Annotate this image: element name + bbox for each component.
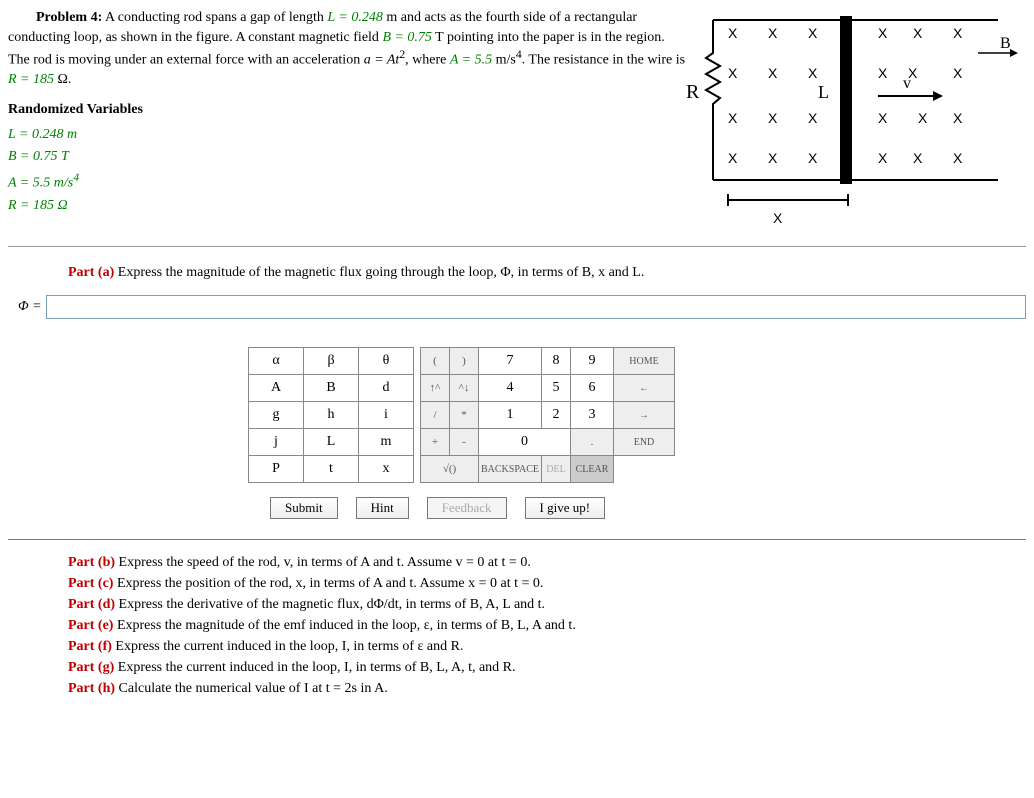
svg-text:X: X <box>768 25 778 41</box>
feedback-button[interactable]: Feedback <box>427 497 507 519</box>
answer-input[interactable] <box>46 295 1026 319</box>
svg-text:X: X <box>808 110 818 126</box>
diagram-L: L <box>818 82 829 102</box>
key-[interactable]: + <box>421 429 450 456</box>
key-[interactable]: / <box>421 402 450 429</box>
key-h[interactable]: h <box>304 402 359 429</box>
number-keypad: ()789HOME ↑^^↓456← /*123→ +-0.END √()BACKSPA… <box>420 347 675 483</box>
key-[interactable]: ) <box>450 348 479 375</box>
svg-text:X: X <box>808 65 818 81</box>
key-[interactable]: ^↓ <box>450 375 479 402</box>
svg-text:X: X <box>878 65 888 81</box>
svg-text:X: X <box>953 65 963 81</box>
svg-text:X: X <box>808 25 818 41</box>
hint-button[interactable]: Hint <box>356 497 409 519</box>
key-clear[interactable]: CLEAR <box>571 456 614 483</box>
key-4[interactable]: 4 <box>479 375 542 402</box>
svg-text:X: X <box>953 150 963 166</box>
key-backspace[interactable]: BACKSPACE <box>479 456 542 483</box>
key-t[interactable]: t <box>304 456 359 483</box>
submit-button[interactable]: Submit <box>270 497 338 519</box>
key-[interactable]: - <box>450 429 479 456</box>
svg-text:X: X <box>953 25 963 41</box>
key-θ[interactable]: θ <box>359 348 414 375</box>
key-α[interactable]: α <box>249 348 304 375</box>
key-[interactable]: ← <box>614 375 675 402</box>
problem-label: Problem 4: <box>36 10 102 25</box>
key-d[interactable]: d <box>359 375 414 402</box>
key-L[interactable]: L <box>304 429 359 456</box>
randomized-title: Randomized Variables <box>8 102 688 118</box>
key-m[interactable]: m <box>359 429 414 456</box>
key-del[interactable]: DEL <box>542 456 571 483</box>
svg-text:X: X <box>768 150 778 166</box>
svg-text:X: X <box>728 110 738 126</box>
svg-text:X: X <box>878 110 888 126</box>
diagram-R: R <box>686 81 700 103</box>
parts-list: Part (b) Express the speed of the rod, v… <box>68 552 1026 699</box>
circuit-diagram: XXX XXX XXX XXX XXX XXX XXX XXX X R <box>678 8 1018 228</box>
key-[interactable]: ↑^ <box>421 375 450 402</box>
key-g[interactable]: g <box>249 402 304 429</box>
key-β[interactable]: β <box>304 348 359 375</box>
giveup-button[interactable]: I give up! <box>525 497 606 519</box>
svg-text:X: X <box>728 150 738 166</box>
svg-text:X: X <box>878 150 888 166</box>
key-6[interactable]: 6 <box>571 375 614 402</box>
key-x[interactable]: x <box>359 456 414 483</box>
key-7[interactable]: 7 <box>479 348 542 375</box>
key-[interactable]: √() <box>421 456 479 483</box>
key-5[interactable]: 5 <box>542 375 571 402</box>
svg-text:X: X <box>913 150 923 166</box>
key-B[interactable]: B <box>304 375 359 402</box>
keypad: αβθ ABd ghi jLm Ptx ()789HOME ↑^^↓456← /*123→ +… <box>248 347 1026 483</box>
key-1[interactable]: 1 <box>479 402 542 429</box>
key-[interactable]: → <box>614 402 675 429</box>
key-i[interactable]: i <box>359 402 414 429</box>
key-8[interactable]: 8 <box>542 348 571 375</box>
key-0[interactable]: 0 <box>479 429 571 456</box>
svg-text:X: X <box>918 110 928 126</box>
problem-statement: Problem 4: A conducting rod spans a gap … <box>8 8 688 90</box>
key-[interactable]: . <box>571 429 614 456</box>
svg-text:X: X <box>953 110 963 126</box>
key-j[interactable]: j <box>249 429 304 456</box>
key-2[interactable]: 2 <box>542 402 571 429</box>
key-A[interactable]: A <box>249 375 304 402</box>
svg-text:X: X <box>728 65 738 81</box>
svg-text:X: X <box>728 25 738 41</box>
svg-text:X: X <box>808 150 818 166</box>
svg-text:X: X <box>768 110 778 126</box>
symbol-keypad: αβθ ABd ghi jLm Ptx <box>248 347 414 483</box>
svg-text:X: X <box>913 25 923 41</box>
key-[interactable]: ( <box>421 348 450 375</box>
diagram-v: v <box>903 75 911 92</box>
svg-text:X: X <box>768 65 778 81</box>
key-home[interactable]: HOME <box>614 348 675 375</box>
svg-text:X: X <box>878 25 888 41</box>
phi-equals: Φ = <box>18 299 42 315</box>
part-a-text: Express the magnitude of the magnetic fl… <box>114 265 644 280</box>
key-3[interactable]: 3 <box>571 402 614 429</box>
svg-text:X: X <box>773 210 783 226</box>
key-end[interactable]: END <box>614 429 675 456</box>
part-a-label: Part (a) <box>68 265 114 280</box>
key-9[interactable]: 9 <box>571 348 614 375</box>
key-[interactable]: * <box>450 402 479 429</box>
key-P[interactable]: P <box>249 456 304 483</box>
variables-list: L = 0.248 m B = 0.75 T A = 5.5 m/s4 R = … <box>8 124 688 217</box>
diagram-B: B <box>1000 35 1011 52</box>
